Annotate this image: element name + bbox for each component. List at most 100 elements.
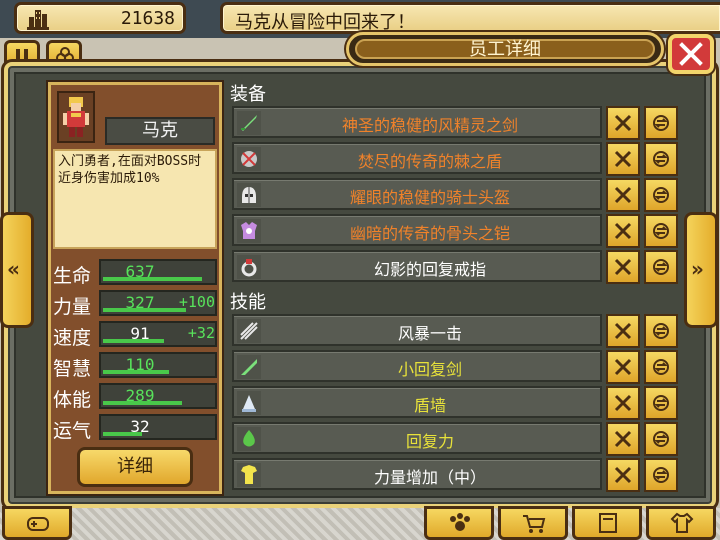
swap-icon xyxy=(653,187,669,203)
swap-icon xyxy=(653,259,669,275)
unequip-icon xyxy=(614,466,632,484)
swap-icon xyxy=(653,323,669,339)
equipment-slot[interactable]: 神圣的稳健的风精灵之剑 xyxy=(232,106,602,138)
strength-up-icon xyxy=(237,463,261,487)
equipment-remove-button[interactable] xyxy=(606,178,640,212)
stat-label: 速度 xyxy=(53,327,92,349)
equipment-swap-button[interactable] xyxy=(644,214,678,248)
skill-slot[interactable]: 回复力 xyxy=(232,422,602,454)
swap-icon xyxy=(653,395,669,411)
equipment-remove-button[interactable] xyxy=(606,250,640,284)
employee-name: 马克 xyxy=(105,117,215,145)
unequip-icon xyxy=(614,222,632,240)
skill-swap-button[interactable] xyxy=(644,422,678,456)
equipment-slot[interactable]: 幻影的回复戒指 xyxy=(232,250,602,282)
skill-slot[interactable]: 力量增加（中） xyxy=(232,458,602,490)
skill-remove-button[interactable] xyxy=(606,350,640,384)
dialog-title-frame: 员工详细 xyxy=(346,32,664,66)
money-display: 21638 xyxy=(14,2,186,34)
skill-row: 小回复剑 xyxy=(232,350,680,384)
building-icon xyxy=(27,10,49,30)
stat-label: 体能 xyxy=(53,389,92,411)
unequip-icon xyxy=(614,150,632,168)
sword-icon xyxy=(237,111,261,135)
stat-label: 运气 xyxy=(53,420,92,442)
swap-icon xyxy=(653,151,669,167)
swap-icon xyxy=(653,359,669,375)
stat-bonus: +100 xyxy=(178,293,215,311)
bottom-tab-shop[interactable] xyxy=(498,506,568,540)
equipment-heading: 装备 xyxy=(230,84,266,105)
stat-bonus: +32 xyxy=(187,324,215,342)
skill-row: 风暴一击 xyxy=(232,314,680,348)
equipment-name: 幽暗的传奇的骨头之铠 xyxy=(349,224,510,243)
stat-bar: 110 xyxy=(99,352,217,378)
shield-wall-icon xyxy=(237,391,261,415)
skill-swap-button[interactable] xyxy=(644,386,678,420)
stat-label: 力量 xyxy=(53,296,92,318)
equipment-swap-button[interactable] xyxy=(644,142,678,176)
equipment-slot[interactable]: 焚尽的传奇的棘之盾 xyxy=(232,142,602,174)
skill-swap-button[interactable] xyxy=(644,350,678,384)
stat-bar: 289 xyxy=(99,383,217,409)
equipment-row: 幻影的回复戒指 xyxy=(232,250,680,284)
skill-name: 回复力 xyxy=(405,432,454,451)
close-icon xyxy=(679,42,703,66)
stat-value: 637 xyxy=(125,262,155,281)
heal-sword-icon xyxy=(237,355,261,379)
skill-swap-button[interactable] xyxy=(644,458,678,492)
money-value: 21638 xyxy=(120,8,175,29)
stat-bar: 327 +100 xyxy=(99,290,217,316)
unequip-icon xyxy=(614,186,632,204)
equipment-slot[interactable]: 耀眼的稳健的骑士头盔 xyxy=(232,178,602,210)
equipment-name: 耀眼的稳健的骑士头盔 xyxy=(349,188,510,207)
stat-row: 速度 91 +32 xyxy=(53,321,221,349)
equipment-name: 焚尽的传奇的棘之盾 xyxy=(357,152,502,171)
equipment-remove-button[interactable] xyxy=(606,214,640,248)
stat-value: 327 xyxy=(125,293,155,312)
bottom-tab-controller[interactable] xyxy=(2,506,72,540)
equipment-name: 幻影的回复戒指 xyxy=(373,260,486,279)
stat-value: 110 xyxy=(125,355,155,374)
recovery-icon xyxy=(237,427,261,451)
book-icon xyxy=(599,513,617,533)
previous-employee-button[interactable]: « xyxy=(0,212,34,328)
skill-slot[interactable]: 小回复剑 xyxy=(232,350,602,382)
skill-slot[interactable]: 风暴一击 xyxy=(232,314,602,346)
equipment-swap-button[interactable] xyxy=(644,106,678,140)
equipment-slot[interactable]: 幽暗的传奇的骨头之铠 xyxy=(232,214,602,246)
skill-remove-button[interactable] xyxy=(606,386,640,420)
swap-icon xyxy=(653,431,669,447)
equipment-swap-button[interactable] xyxy=(644,250,678,284)
unequip-icon xyxy=(614,114,632,132)
employee-card: 马克 入门勇者,在面对BOSS时近身伤害加成10% 生命 637 力量 327 +100… xyxy=(48,82,222,494)
gamepad-icon xyxy=(27,517,49,531)
bottom-tab-book[interactable] xyxy=(572,506,642,540)
skill-swap-button[interactable] xyxy=(644,314,678,348)
skill-remove-button[interactable] xyxy=(606,458,640,492)
unequip-icon xyxy=(614,358,632,376)
stat-row: 力量 327 +100 xyxy=(53,290,221,318)
skill-remove-button[interactable] xyxy=(606,314,640,348)
ring-icon xyxy=(237,255,261,279)
cart-icon xyxy=(523,515,546,533)
skill-remove-button[interactable] xyxy=(606,422,640,456)
bottom-tab-staff[interactable] xyxy=(424,506,494,540)
skill-slot[interactable]: 盾墙 xyxy=(232,386,602,418)
stat-bar: 91 +32 xyxy=(99,321,217,347)
equipment-swap-button[interactable] xyxy=(644,178,678,212)
shield-icon xyxy=(237,147,261,171)
equipment-name: 神圣的稳健的风精灵之剑 xyxy=(341,116,518,135)
equipment-remove-button[interactable] xyxy=(606,106,640,140)
bottom-tab-equipment[interactable] xyxy=(646,506,716,540)
detail-button[interactable]: 详细 xyxy=(77,447,193,487)
next-employee-button[interactable]: » xyxy=(684,212,718,328)
stat-row: 运气 32 xyxy=(53,414,221,442)
employee-portrait xyxy=(57,91,95,143)
skill-name: 力量增加（中） xyxy=(373,468,486,487)
storm-strike-icon xyxy=(237,319,261,343)
equipment-remove-button[interactable] xyxy=(606,142,640,176)
skill-row: 力量增加（中） xyxy=(232,458,680,492)
close-button[interactable] xyxy=(668,34,714,74)
swap-icon xyxy=(653,467,669,483)
